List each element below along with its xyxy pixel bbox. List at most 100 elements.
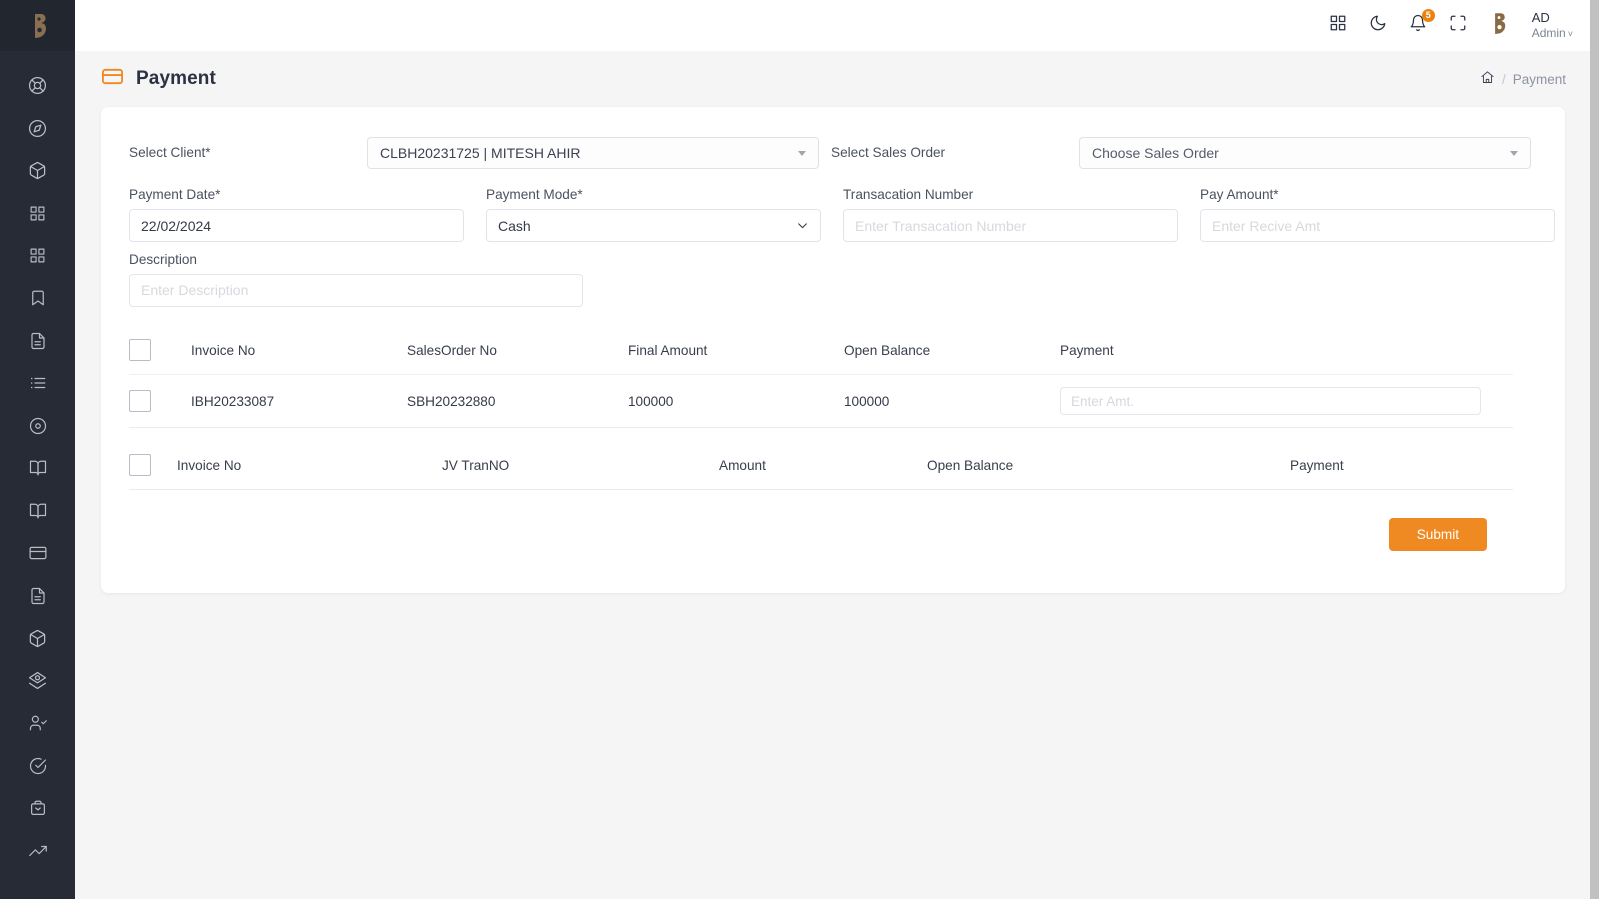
sidebar-item-categories[interactable] xyxy=(0,195,75,238)
notifications-button[interactable]: 5 xyxy=(1398,6,1438,46)
sidebar-item-disc[interactable] xyxy=(0,407,75,450)
compass-icon xyxy=(28,119,47,143)
user-menu[interactable]: AD Admin ˅ xyxy=(1532,10,1573,42)
sidebar-item-payment[interactable] xyxy=(0,535,75,578)
form-row-selects: Select Client* CLBH20231725 | MITESH AHI… xyxy=(129,129,1537,177)
chevron-down-icon xyxy=(798,150,806,156)
invoice-table: Invoice No SalesOrder No Final Amount Op… xyxy=(129,335,1513,428)
sidebar-item-lists[interactable] xyxy=(0,365,75,408)
form-actions: Submit xyxy=(129,518,1537,551)
header-brand-logo[interactable] xyxy=(1478,6,1520,46)
page-title: Payment xyxy=(136,68,216,89)
select-sales-order-dropdown[interactable]: Choose Sales Order xyxy=(1079,137,1531,169)
jv-col-invoice-no: Invoice No xyxy=(177,450,442,490)
credit-card-icon xyxy=(101,65,124,93)
trending-up-icon xyxy=(28,842,47,865)
sidebar-item-products[interactable] xyxy=(0,152,75,195)
apps-button[interactable] xyxy=(1318,6,1358,46)
layers-icon xyxy=(28,671,47,695)
invoice-col-final-amount: Final Amount xyxy=(628,335,844,375)
select-client-value: CLBH20231725 | MITESH AHIR xyxy=(380,145,581,161)
jv-select-all-checkbox[interactable] xyxy=(129,454,151,476)
breadcrumb-separator: / xyxy=(1501,71,1506,87)
invoice-col-open-balance: Open Balance xyxy=(844,335,1060,375)
payment-form-card: Select Client* CLBH20231725 | MITESH AHI… xyxy=(101,107,1565,593)
moon-icon xyxy=(1369,14,1387,37)
payment-mode-value: Cash xyxy=(498,217,531,234)
main-area: 5 AD Admin ˅ Payment / Payment Select Cl… xyxy=(75,0,1599,899)
invoice-row-open-balance: 100000 xyxy=(844,374,1060,428)
sidebar-nav xyxy=(0,51,75,875)
sidebar-item-reports[interactable] xyxy=(0,832,75,875)
sidebar-item-stock[interactable] xyxy=(0,662,75,705)
pay-amount-group: Pay Amount* xyxy=(1200,187,1555,242)
breadcrumb-current: Payment xyxy=(1512,71,1566,87)
sidebar-item-clients[interactable] xyxy=(0,705,75,748)
chevron-down-icon xyxy=(1510,150,1518,156)
credit-card-icon xyxy=(29,544,47,567)
jv-col-amount: Amount xyxy=(719,450,927,490)
lifebuoy-icon xyxy=(28,76,47,100)
home-icon[interactable] xyxy=(1480,70,1495,88)
payment-mode-select[interactable]: Cash xyxy=(486,209,821,242)
transaction-number-input[interactable] xyxy=(843,209,1178,242)
submit-button[interactable]: Submit xyxy=(1388,518,1487,551)
dark-mode-toggle[interactable] xyxy=(1358,6,1398,46)
sidebar-item-support[interactable] xyxy=(0,67,75,110)
select-sales-order-value: Choose Sales Order xyxy=(1092,145,1219,161)
jv-col-jv-tranno: JV TranNO xyxy=(442,450,719,490)
sidebar-item-journal[interactable] xyxy=(0,492,75,535)
jv-table: Invoice No JV TranNO Amount Open Balance… xyxy=(129,450,1513,490)
jv-col-payment: Payment xyxy=(1290,450,1513,490)
bookmark-icon xyxy=(29,289,47,312)
transaction-number-label: Transacation Number xyxy=(843,187,974,202)
select-sales-order-label: Select Sales Order xyxy=(831,145,946,160)
select-client-dropdown[interactable]: CLBH20231725 | MITESH AHIR xyxy=(367,137,819,169)
invoice-col-payment: Payment xyxy=(1060,335,1513,375)
sidebar-item-orders[interactable] xyxy=(0,790,75,833)
invoice-col-salesorder-no: SalesOrder No xyxy=(407,335,628,375)
table-row: IBH20233087 SBH20232880 100000 100000 xyxy=(129,374,1513,428)
sidebar-item-documents[interactable] xyxy=(0,322,75,365)
box-icon xyxy=(28,161,47,185)
jv-table-head: Invoice No JV TranNO Amount Open Balance… xyxy=(129,450,1513,490)
description-textarea[interactable] xyxy=(129,274,583,307)
sidebar-item-bookmarks[interactable] xyxy=(0,280,75,323)
sidebar-item-sub-categories[interactable] xyxy=(0,237,75,280)
brand-b-logo-icon xyxy=(28,12,48,40)
pay-amount-input[interactable] xyxy=(1200,209,1555,242)
file-text-icon xyxy=(29,587,47,610)
description-label: Description xyxy=(129,252,197,267)
grid-icon xyxy=(29,205,46,227)
sidebar-item-inventory[interactable] xyxy=(0,620,75,663)
user-check-icon xyxy=(29,714,47,737)
grid-apps-icon xyxy=(1329,14,1347,37)
invoice-col-invoice-no: Invoice No xyxy=(191,335,407,375)
breadcrumb: / Payment xyxy=(1480,70,1566,88)
invoice-row-payment-cell xyxy=(1060,374,1513,428)
payment-date-input[interactable] xyxy=(129,209,464,242)
invoice-row-select-cell xyxy=(129,374,191,428)
invoice-table-body: IBH20233087 SBH20232880 100000 100000 xyxy=(129,374,1513,428)
card-wrapper: Select Client* CLBH20231725 | MITESH AHI… xyxy=(75,107,1599,899)
jv-select-all-cell xyxy=(129,450,177,490)
box-icon xyxy=(28,629,47,653)
description-group: Description xyxy=(129,252,1537,307)
briefcase-icon xyxy=(29,799,47,822)
sidebar-item-invoices[interactable] xyxy=(0,577,75,620)
sidebar-item-ledger[interactable] xyxy=(0,450,75,493)
file-text-icon xyxy=(29,332,47,355)
user-role: Admin ˅ xyxy=(1531,25,1573,40)
payment-mode-label: Payment Mode* xyxy=(486,187,583,202)
fullscreen-button[interactable] xyxy=(1438,6,1478,46)
invoice-select-all-checkbox[interactable] xyxy=(129,339,151,361)
sidebar-logo[interactable] xyxy=(0,0,75,51)
payment-mode-group: Payment Mode* Cash xyxy=(486,187,821,242)
sidebar-item-approvals[interactable] xyxy=(0,747,75,790)
invoice-row-payment-input[interactable] xyxy=(1060,387,1481,415)
book-open-icon xyxy=(29,502,47,525)
page-scrollbar-track[interactable] xyxy=(1590,0,1599,899)
invoice-row-checkbox[interactable] xyxy=(129,390,151,412)
sidebar-item-explore[interactable] xyxy=(0,110,75,153)
page-scrollbar-thumb[interactable] xyxy=(1590,0,1599,899)
